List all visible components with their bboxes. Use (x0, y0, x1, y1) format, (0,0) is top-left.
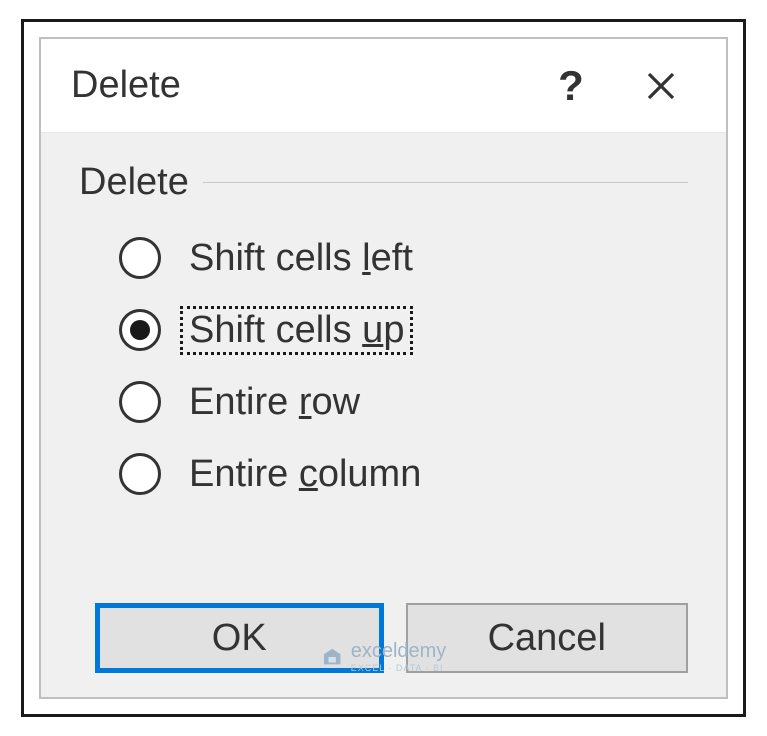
radio-label: Entire column (181, 451, 429, 498)
button-row: OK Cancel (79, 603, 688, 673)
help-icon[interactable]: ? (526, 39, 616, 133)
titlebar: Delete ? (41, 39, 726, 133)
radio-button-icon (119, 237, 161, 279)
radio-label: Shift cells up (181, 307, 412, 354)
radio-button-icon (119, 381, 161, 423)
group-title: Delete (79, 161, 203, 204)
dialog-body: Delete Shift cells left Shift cells up (41, 133, 726, 697)
radio-label: Shift cells left (181, 235, 421, 282)
dialog-title: Delete (71, 64, 526, 107)
radio-shift-cells-up[interactable]: Shift cells up (119, 302, 688, 358)
radio-entire-column[interactable]: Entire column (119, 446, 688, 502)
radio-entire-row[interactable]: Entire row (119, 374, 688, 430)
radio-group: Shift cells left Shift cells up Entire r… (79, 230, 688, 502)
group-header: Delete (79, 161, 688, 204)
group-divider (203, 182, 688, 183)
close-icon[interactable] (616, 39, 706, 133)
ok-button[interactable]: OK (95, 603, 384, 673)
radio-button-icon (119, 453, 161, 495)
radio-shift-cells-left[interactable]: Shift cells left (119, 230, 688, 286)
radio-button-icon (119, 309, 161, 351)
cancel-button[interactable]: Cancel (406, 603, 689, 673)
screenshot-frame: Delete ? Delete Shift cells left (21, 19, 746, 717)
delete-dialog: Delete ? Delete Shift cells left (39, 37, 728, 699)
radio-label: Entire row (181, 379, 368, 426)
